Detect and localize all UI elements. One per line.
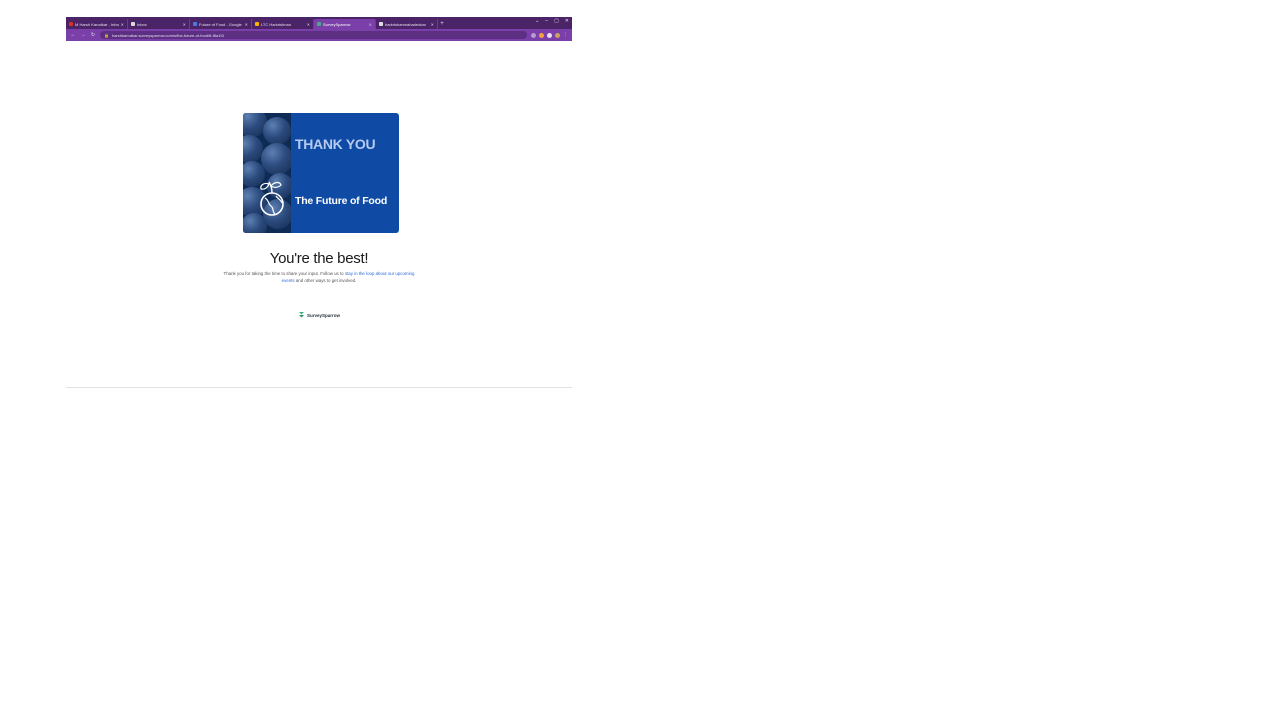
tab-other[interactable]: harkrishanmahadeokar ✕ (376, 19, 438, 29)
thank-you-headline: You're the best! (269, 250, 369, 267)
brand-name: SurveySparrow (307, 312, 341, 318)
back-icon[interactable]: ← (70, 32, 76, 38)
surveysparrow-logo[interactable]: SurveySparrow (298, 311, 340, 319)
address-bar[interactable]: 🔒 harshkarodkar.surveysparrow.com/s/the-… (100, 31, 527, 39)
window-controls: ⌄ – ▢ ✕ (535, 18, 569, 24)
extensions-area: ⋮ (531, 32, 568, 38)
message-text: and other ways to get involved. (295, 278, 357, 283)
surveysparrow-icon (317, 22, 321, 26)
lock-icon: 🔒 (104, 32, 109, 38)
new-tab-button[interactable]: + (438, 19, 446, 29)
tab-inbox[interactable]: Inbox ✕ (128, 19, 190, 29)
tab-label: M Harsh Karodkar - Inbox (75, 21, 119, 27)
browser-window: M Harsh Karodkar - Inbox ✕ Inbox ✕ Futur… (66, 17, 572, 388)
close-icon[interactable]: ✕ (245, 22, 248, 27)
mail-icon (131, 22, 135, 26)
url-text: harshkarodkar.surveysparrow.com/s/the-fu… (111, 32, 224, 38)
site-icon (255, 22, 259, 26)
star-icon[interactable] (531, 32, 536, 38)
close-icon[interactable]: ✕ (369, 22, 372, 27)
tab-label: LTC Harkrishnan (261, 21, 291, 27)
profile-avatar[interactable] (555, 32, 560, 38)
page-content: THANK YOU The Future of Food You're the … (66, 41, 572, 387)
maximize-icon[interactable]: ▢ (554, 18, 559, 24)
tab-gmail[interactable]: M Harsh Karodkar - Inbox ✕ (66, 19, 128, 29)
events-link[interactable]: events (282, 278, 295, 283)
minimize-icon[interactable]: – (545, 18, 548, 24)
forward-icon[interactable]: → (80, 32, 86, 38)
banner-subtitle: The Future of Food (295, 195, 388, 207)
gmail-icon (69, 22, 73, 26)
surveysparrow-icon (299, 312, 304, 318)
reload-icon[interactable]: ↻ (90, 32, 96, 38)
banner-title: THANK YOU (295, 136, 376, 152)
stay-in-loop-link[interactable]: stay in the loop about our upcoming (345, 271, 415, 276)
blueberry-image (243, 113, 291, 233)
extension-icon[interactable] (539, 32, 544, 38)
docs-icon (193, 22, 197, 26)
tab-surveysparrow[interactable]: SurveySparrow ✕ (314, 19, 376, 29)
close-icon[interactable]: ✕ (431, 22, 434, 27)
tab-docs[interactable]: Future of Food - Google Docs ✕ (190, 19, 252, 29)
tab-label: harkrishanmahadeokar (385, 21, 426, 27)
tab-strip: M Harsh Karodkar - Inbox ✕ Inbox ✕ Futur… (66, 17, 572, 29)
menu-icon[interactable]: ⋮ (563, 32, 568, 38)
close-icon[interactable]: ✕ (121, 22, 124, 27)
close-icon[interactable]: ✕ (183, 22, 186, 27)
tab-label: Future of Food - Google Docs (199, 21, 243, 27)
tab-search-icon[interactable]: ⌄ (535, 18, 539, 24)
thank-you-banner: THANK YOU The Future of Food (243, 113, 399, 233)
globe-icon (379, 22, 383, 26)
close-window-icon[interactable]: ✕ (565, 18, 569, 24)
message-text: Thank you for taking the time to share y… (223, 271, 344, 276)
thank-you-message: Thank you for taking the time to share y… (216, 270, 422, 284)
tab-label: Inbox (137, 21, 147, 27)
browser-toolbar: ← → ↻ 🔒 harshkarodkar.surveysparrow.com/… (66, 29, 572, 41)
close-icon[interactable]: ✕ (307, 22, 310, 27)
extension-icon[interactable] (547, 32, 552, 38)
tab-label: SurveySparrow (323, 21, 351, 27)
earth-sprout-icon (260, 181, 284, 216)
tab-ltc[interactable]: LTC Harkrishnan ✕ (252, 19, 314, 29)
